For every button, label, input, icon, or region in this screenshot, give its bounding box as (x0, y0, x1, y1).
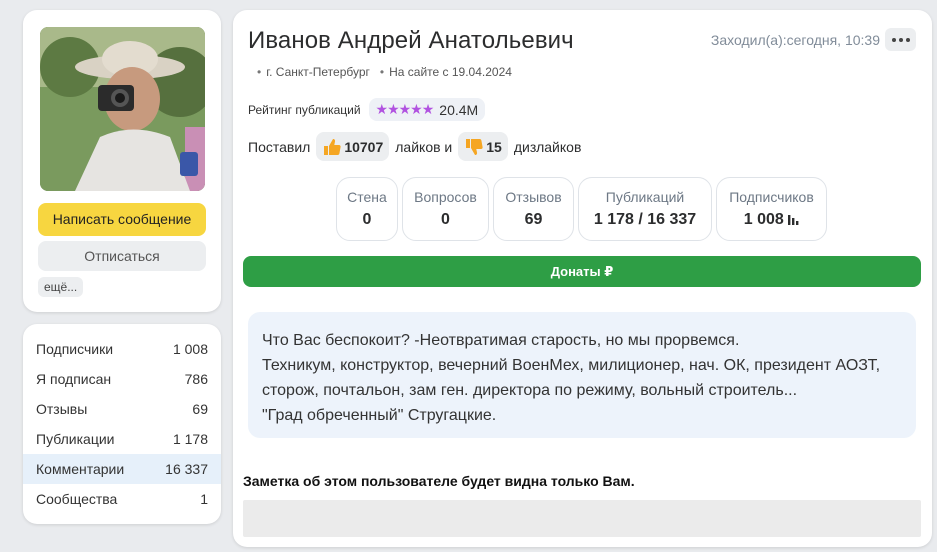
counter-label: Публикаций (605, 189, 685, 205)
note-label: Заметка об этом пользователе будет видна… (243, 473, 635, 489)
stat-row-reviews[interactable]: Отзывы 69 (23, 394, 221, 424)
stat-value: 16 337 (165, 461, 208, 477)
stat-label: Публикации (36, 431, 115, 447)
about-line: Что Вас беспокоит? -Неотвратимая старост… (262, 332, 740, 349)
counter-wall[interactable]: Стена 0 (336, 177, 398, 241)
stat-label: Я подписан (36, 371, 112, 387)
more-menu-button[interactable] (885, 28, 916, 51)
dislikes-badge[interactable]: 15 (458, 132, 508, 161)
avatar[interactable] (40, 27, 205, 191)
profile-card: Написать сообщение Отписаться ещё... (23, 10, 221, 312)
more-button[interactable]: ещё... (38, 277, 84, 297)
about-line: "Град обреченный" Стругацкие. (262, 407, 497, 424)
rating-badge[interactable]: ★★★★★ 20.4M (368, 98, 486, 121)
stat-value: 1 008 (172, 341, 208, 357)
likes-word: лайков и (395, 138, 453, 155)
counter-label: Вопросов (414, 189, 477, 205)
dislikes-word: дизлайков (513, 138, 582, 155)
likes-prefix: Поставил (248, 138, 311, 155)
note-input[interactable] (243, 500, 921, 537)
stat-row-communities[interactable]: Сообщества 1 (23, 484, 221, 514)
stat-row-subscribers[interactable]: Подписчики 1 008 (23, 334, 221, 364)
about-line: Техникум, конструктор, вечерний ВоенМех,… (262, 357, 881, 374)
counter-label: Стена (347, 189, 387, 205)
counter-questions[interactable]: Вопросов 0 (402, 177, 489, 241)
stat-row-comments[interactable]: Комментарии 16 337 (23, 454, 221, 484)
city-text: г. Санкт-Петербург (257, 65, 370, 79)
counter-label: Подписчиков (729, 189, 814, 205)
unsubscribe-button[interactable]: Отписаться (38, 241, 206, 271)
counter-value: 0 (441, 211, 450, 228)
rating-label: Рейтинг публикаций (248, 102, 361, 117)
counter-reviews[interactable]: Отзывов 69 (493, 177, 574, 241)
dot-icon (898, 37, 903, 42)
main-profile-card: Иванов Андрей Анатольевич Заходил(а):сег… (233, 10, 932, 547)
counter-value: 0 (362, 211, 372, 228)
likes-badge[interactable]: 10707 (316, 132, 390, 161)
thumbs-up-icon (324, 138, 341, 155)
counter-value: 69 (524, 211, 543, 228)
stat-row-following[interactable]: Я подписан 786 (23, 364, 221, 394)
publication-rating: Рейтинг публикаций ★★★★★ 20.4M (248, 98, 486, 121)
about-line: сторож, почтальон, зам ген. директора по… (262, 382, 798, 399)
stat-label: Сообщества (36, 491, 118, 507)
counter-value: 1 178 / 16 337 (593, 211, 697, 228)
dot-icon (891, 37, 896, 42)
donate-button[interactable]: Донаты ₽ (243, 256, 921, 287)
about-text: Что Вас беспокоит? -Неотвратимая старост… (248, 312, 916, 438)
counter-value: 1 008 (743, 211, 784, 228)
stat-label: Подписчики (36, 341, 114, 357)
profile-meta: г. Санкт-Петербург На сайте с 19.04.2024 (257, 65, 512, 79)
member-since-text: На сайте с 19.04.2024 (380, 65, 512, 79)
stat-value: 1 178 (172, 431, 208, 447)
thumbs-down-icon (466, 138, 483, 155)
likes-count: 10707 (344, 138, 384, 155)
counter-label: Отзывов (505, 189, 562, 205)
stat-value: 786 (184, 371, 208, 387)
stat-row-publications[interactable]: Публикации 1 178 (23, 424, 221, 454)
stat-label: Отзывы (36, 401, 88, 417)
write-message-button[interactable]: Написать сообщение (38, 203, 206, 236)
counter-value-wrap: 1 008 (717, 211, 826, 229)
stat-value: 69 (192, 401, 208, 417)
star-rating-icon: ★★★★★ (375, 101, 435, 117)
stats-list-card: Подписчики 1 008 Я подписан 786 Отзывы 6… (23, 324, 221, 524)
counters-row: Стена 0 Вопросов 0 Отзывов 69 Публикаций… (336, 177, 827, 241)
bar-chart-icon (788, 215, 799, 225)
likes-summary: Поставил 10707 лайков и 15 дизлайков (248, 132, 581, 161)
dislikes-count: 15 (486, 138, 502, 155)
rating-value: 20.4M (439, 101, 479, 118)
stat-label: Комментарии (36, 461, 125, 477)
stat-value: 1 (200, 491, 208, 507)
user-name: Иванов Андрей Анатольевич (248, 27, 574, 54)
last-seen-text: Заходил(а):сегодня, 10:39 (710, 32, 880, 48)
counter-publications[interactable]: Публикаций 1 178 / 16 337 (578, 177, 712, 241)
counter-subscribers[interactable]: Подписчиков 1 008 (716, 177, 827, 241)
dot-icon (905, 37, 910, 42)
